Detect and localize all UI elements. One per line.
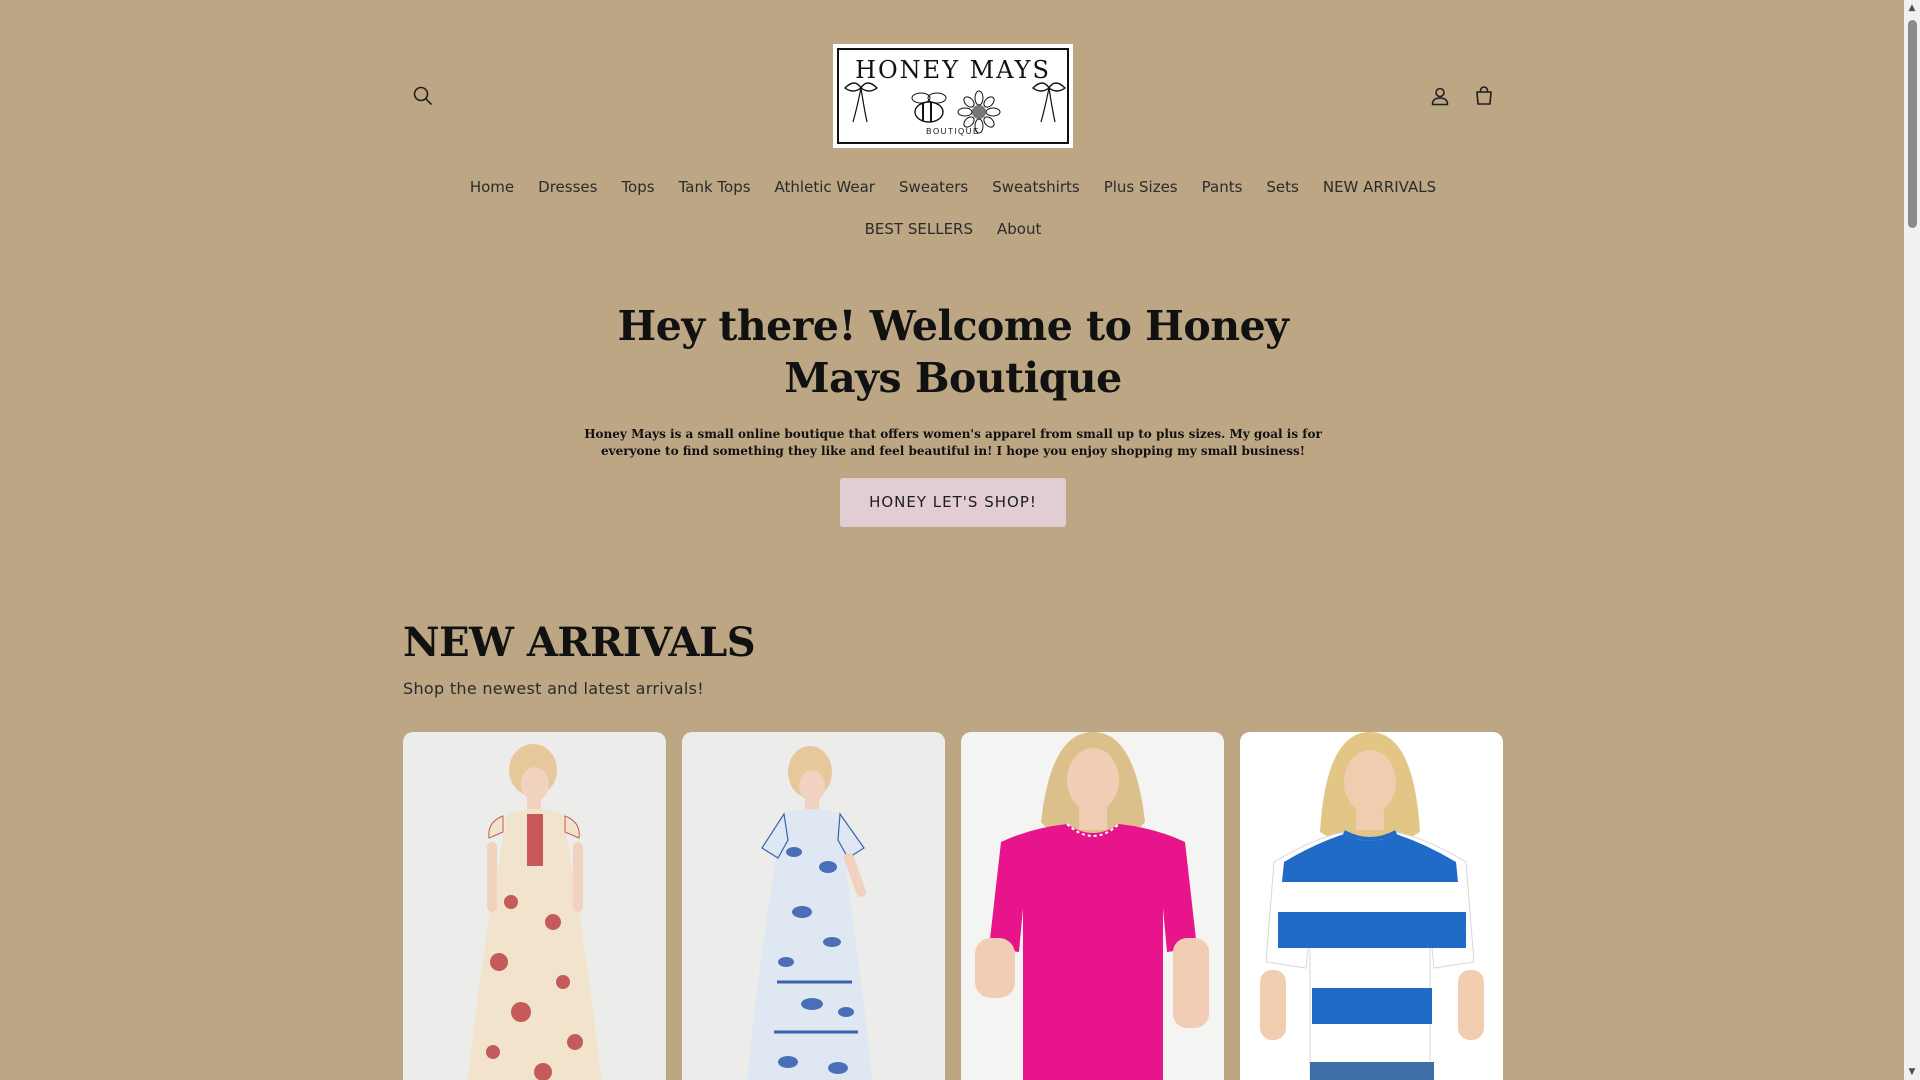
- nav-link-sets[interactable]: Sets: [1254, 170, 1310, 204]
- nav-link-plus-sizes[interactable]: Plus Sizes: [1092, 170, 1190, 204]
- nav-row-primary: Home Dresses Tops Tank Tops Athletic Wea…: [403, 170, 1503, 204]
- scroll-up-arrow-icon[interactable]: ▲: [1904, 0, 1920, 16]
- scroll-down-arrow-icon[interactable]: ▼: [1904, 1064, 1920, 1080]
- product-image-striped-tee: [1240, 732, 1503, 1080]
- section-subtitle: Shop the newest and latest arrivals!: [403, 679, 704, 698]
- logo-subtitle: BOUTIQUE: [926, 127, 980, 136]
- store-logo[interactable]: HONEY MAYS BOUTIQUE: [833, 44, 1073, 148]
- site-header: HONEY MAYS BOUTIQUE: [403, 44, 1503, 148]
- product-image-blue-paisley-dress: [682, 732, 945, 1080]
- hero-banner: Hey there! Welcome to Honey Mays Boutiqu…: [403, 300, 1503, 527]
- nav-link-about[interactable]: About: [985, 212, 1053, 246]
- account-icon: [1431, 87, 1449, 106]
- cart-button[interactable]: [1464, 76, 1504, 116]
- logo-wordmark: HONEY MAYS: [855, 56, 1051, 84]
- account-button[interactable]: [1420, 76, 1460, 116]
- search-button[interactable]: [403, 76, 443, 116]
- nav-link-new-arrivals[interactable]: NEW ARRIVALS: [1311, 170, 1448, 204]
- new-arrivals-section: NEW ARRIVALS Shop the newest and latest …: [403, 615, 1503, 698]
- product-card[interactable]: [961, 732, 1224, 1080]
- nav-link-sweaters[interactable]: Sweaters: [887, 170, 980, 204]
- section-title: NEW ARRIVALS: [403, 619, 756, 666]
- nav-link-sweatshirts[interactable]: Sweatshirts: [980, 170, 1091, 204]
- main-navigation: Home Dresses Tops Tank Tops Athletic Wea…: [403, 170, 1503, 246]
- nav-link-dresses[interactable]: Dresses: [526, 170, 609, 204]
- search-icon: [413, 86, 432, 105]
- nav-link-athletic-wear[interactable]: Athletic Wear: [763, 170, 887, 204]
- page: HONEY MAYS BOUTIQUE Home Dresses Tops Ta…: [0, 0, 1904, 1080]
- hero-description: Honey Mays is a small online boutique th…: [584, 427, 1322, 458]
- product-card[interactable]: [1240, 732, 1503, 1080]
- nav-link-home[interactable]: Home: [458, 170, 526, 204]
- cart-icon: [1476, 86, 1492, 105]
- product-grid: [403, 732, 1503, 1080]
- nav-link-tops[interactable]: Tops: [609, 170, 666, 204]
- product-card[interactable]: [682, 732, 945, 1080]
- nav-row-secondary: BEST SELLERS About: [403, 212, 1503, 246]
- vertical-scrollbar[interactable]: ▲ ▼: [1904, 0, 1920, 1080]
- shop-now-button[interactable]: HONEY LET'S SHOP!: [840, 478, 1066, 527]
- product-card[interactable]: [403, 732, 666, 1080]
- product-image-hot-pink-top: [961, 732, 1224, 1080]
- product-image-red-floral-dress: [403, 732, 666, 1080]
- nav-link-pants[interactable]: Pants: [1190, 170, 1255, 204]
- scrollbar-thumb[interactable]: [1908, 20, 1917, 228]
- nav-link-tank-tops[interactable]: Tank Tops: [667, 170, 763, 204]
- hero-title: Hey there! Welcome to Honey Mays Boutiqu…: [617, 302, 1290, 402]
- nav-link-best-sellers[interactable]: BEST SELLERS: [853, 212, 985, 246]
